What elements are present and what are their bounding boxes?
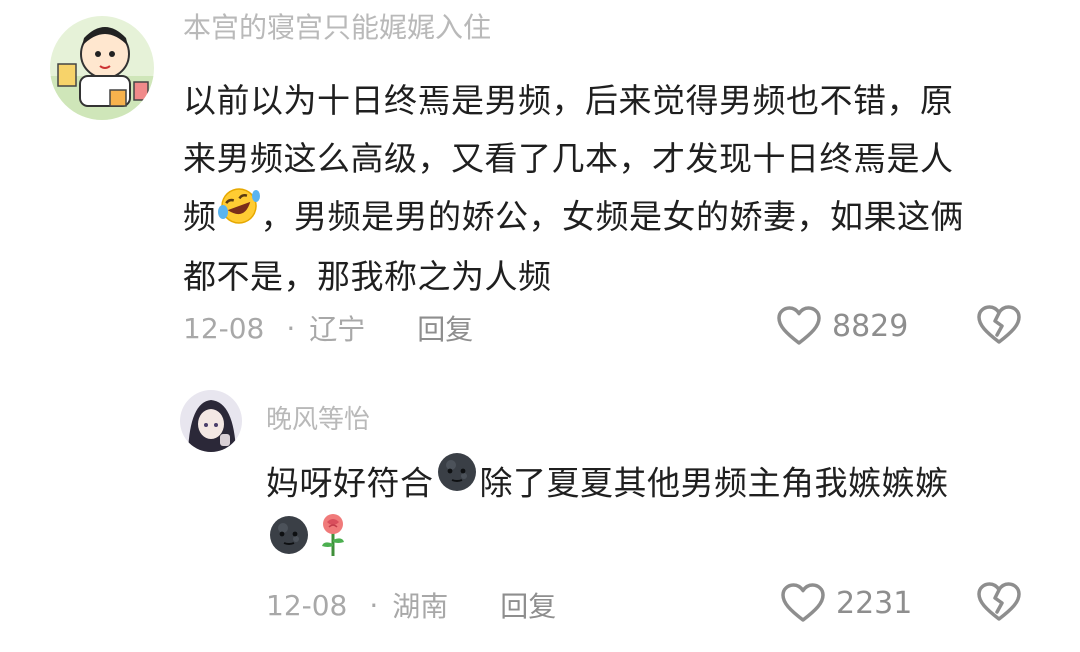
- comment-text: 以前以为十日终焉是男频，后来觉得男频也不错，原 来男频这么高级，又看了几本，才发…: [183, 72, 964, 306]
- rose-emoji: [316, 512, 350, 576]
- comment-date: 12-08: [266, 588, 348, 622]
- username[interactable]: 晚风等怡: [266, 402, 370, 430]
- reply-line-start: 妈呀好符合: [266, 463, 434, 503]
- reply-meta: 12-08 · 湖南 回复: [266, 585, 556, 625]
- avatar[interactable]: [180, 390, 242, 452]
- broken-heart-icon[interactable]: [976, 582, 1022, 627]
- avatar-anime-image: [180, 390, 242, 452]
- comment-location: 辽宁: [309, 313, 366, 346]
- username[interactable]: 本宫的寝宫只能娓娓入住: [183, 8, 491, 42]
- dislike-button[interactable]: [976, 304, 1022, 350]
- comment-location: 湖南: [392, 590, 449, 623]
- meta-separator: ·: [369, 588, 379, 622]
- broken-heart-icon[interactable]: [976, 305, 1022, 350]
- rolling-laughing-emoji: [217, 186, 261, 244]
- comment-line-start: 频: [183, 197, 217, 236]
- heart-icon[interactable]: [776, 305, 822, 347]
- like-button[interactable]: 2231: [780, 581, 912, 625]
- comment-meta: 12-08 · 辽宁 回复: [183, 308, 473, 348]
- dark-moon-face-emoji: [434, 450, 480, 512]
- like-button[interactable]: 8829: [776, 304, 908, 348]
- comment-line: 频 ，男频是男的娇公，女频是女的娇妻，如果这俩: [183, 186, 964, 248]
- dark-moon-face-emoji: [266, 513, 312, 575]
- like-count: 2231: [836, 585, 913, 621]
- heart-icon[interactable]: [780, 582, 826, 624]
- reply-button[interactable]: 回复: [500, 585, 556, 625]
- reply-text: 妈呀好符合 除了夏夏其他男频主角我嫉嫉嫉: [266, 453, 949, 580]
- comment-line: 来男频这么高级，又看了几本，才发现十日终焉是人: [183, 139, 954, 178]
- reply-line-rest: 除了夏夏其他男频主角我嫉嫉嫉: [479, 463, 949, 503]
- comment-line: 都不是，那我称之为人频: [183, 256, 552, 296]
- avatar-cartoon-image: [50, 16, 154, 120]
- comment-date: 12-08: [183, 311, 265, 345]
- avatar[interactable]: [50, 16, 154, 120]
- comment-line: 以前以为十日终焉是男频，后来觉得男频也不错，原: [183, 81, 954, 120]
- dislike-button[interactable]: [976, 581, 1022, 627]
- comment-line: 妈呀好符合 除了夏夏其他男频主角我嫉嫉嫉: [266, 453, 949, 516]
- comment-line-rest: ，男频是男的娇公，女频是女的娇妻，如果这俩: [260, 197, 964, 236]
- comment-line: [266, 513, 949, 580]
- reply-button[interactable]: 回复: [417, 308, 473, 348]
- meta-separator: ·: [286, 311, 296, 345]
- like-count: 8829: [832, 308, 909, 344]
